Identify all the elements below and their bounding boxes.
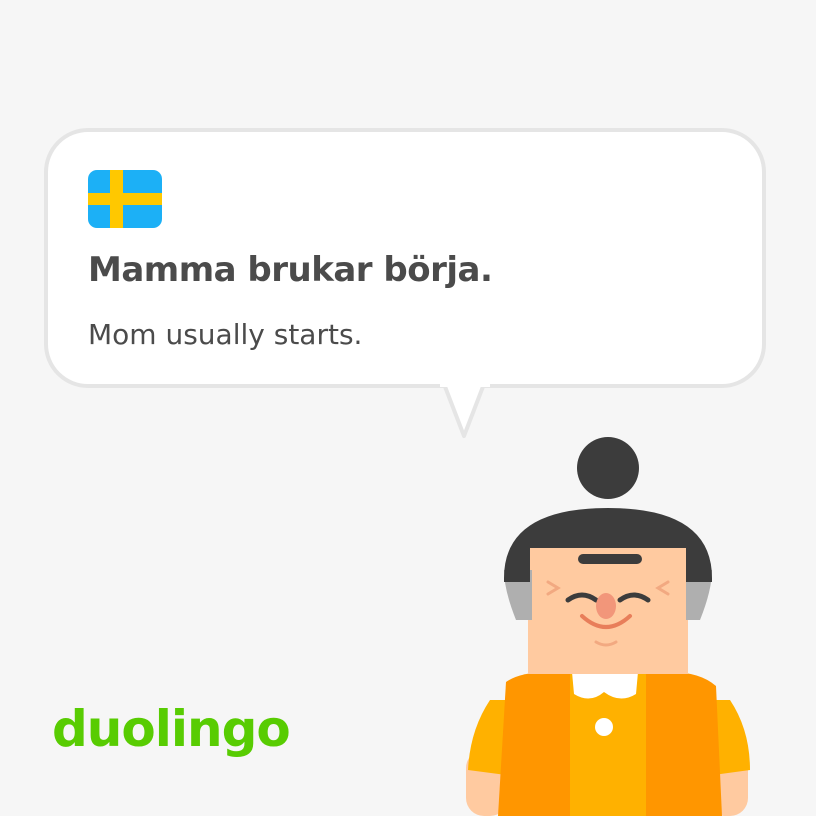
speech-bubble: Mamma brukar börja. Mom usually starts. — [44, 128, 766, 388]
duolingo-logo: duolingo — [52, 700, 291, 758]
sweden-flag-icon — [88, 170, 162, 228]
translation-text: Mom usually starts. — [88, 318, 363, 351]
sentence-text: Mamma brukar börja. — [88, 250, 493, 290]
grandmother-character-icon — [466, 437, 750, 816]
